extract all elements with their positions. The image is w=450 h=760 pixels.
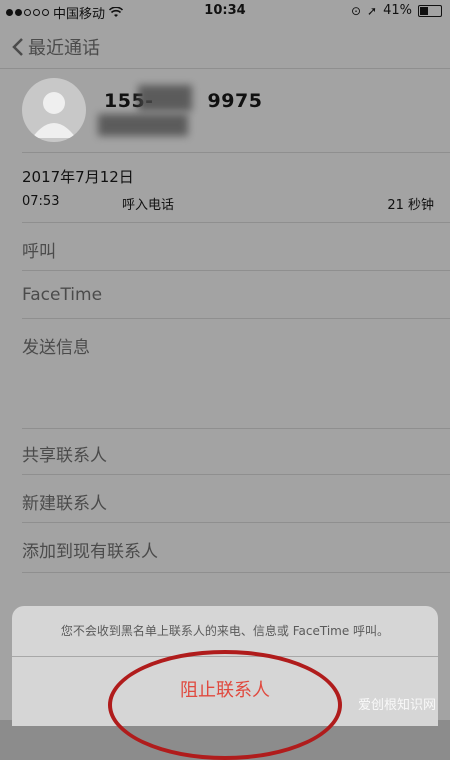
divider [22,572,450,573]
divider [22,222,450,223]
back-label: 最近通话 [28,38,100,59]
battery-icon [418,4,442,17]
nav-bar: 最近通话 [0,26,450,66]
call-date: 2017年7月12日 [22,168,134,186]
call-time: 07:53 [22,194,60,209]
chevron-left-icon [12,38,23,56]
battery-percent: 41% [383,3,412,18]
rotation-lock-icon: ⊙ [350,3,362,18]
divider [22,474,450,475]
status-right: ⊙ ➚ 41% [351,3,442,18]
redaction-blur [138,85,192,111]
location-icon: ➚ [367,3,378,18]
divider [22,270,450,271]
nav-divider [0,68,450,69]
block-contact-button[interactable]: 阻止联系人 [12,657,438,726]
divider [22,522,450,523]
share-contact-action[interactable]: 共享联系人 [22,441,107,466]
send-message-action[interactable]: 发送信息 [22,333,90,358]
sheet-message: 您不会收到黑名单上联系人的来电、信息或 FaceTime 呼叫。 [12,606,438,656]
call-action[interactable]: 呼叫 [22,237,56,262]
facetime-action[interactable]: FaceTime [22,285,102,305]
avatar [22,78,86,142]
status-bar: 中国移动 10:34 ⊙ ➚ 41% [0,0,450,22]
new-contact-action[interactable]: 新建联系人 [22,489,107,514]
add-to-existing-contact-action[interactable]: 添加到现有联系人 [22,537,158,562]
person-icon [32,92,76,138]
call-duration: 21 秒钟 [387,198,434,213]
divider [22,428,450,429]
contact-info-screen: 中国移动 10:34 ⊙ ➚ 41% 最近通话 155- 9975 2017年7… [0,0,450,760]
call-type: 呼入电话 [122,198,175,213]
divider [22,152,450,153]
phone-suffix: 9975 [207,90,263,112]
redaction-blur-name [98,114,188,136]
back-button[interactable]: 最近通话 [12,34,100,60]
watermark: 爱创根知识网 [357,698,436,713]
divider [22,318,450,319]
